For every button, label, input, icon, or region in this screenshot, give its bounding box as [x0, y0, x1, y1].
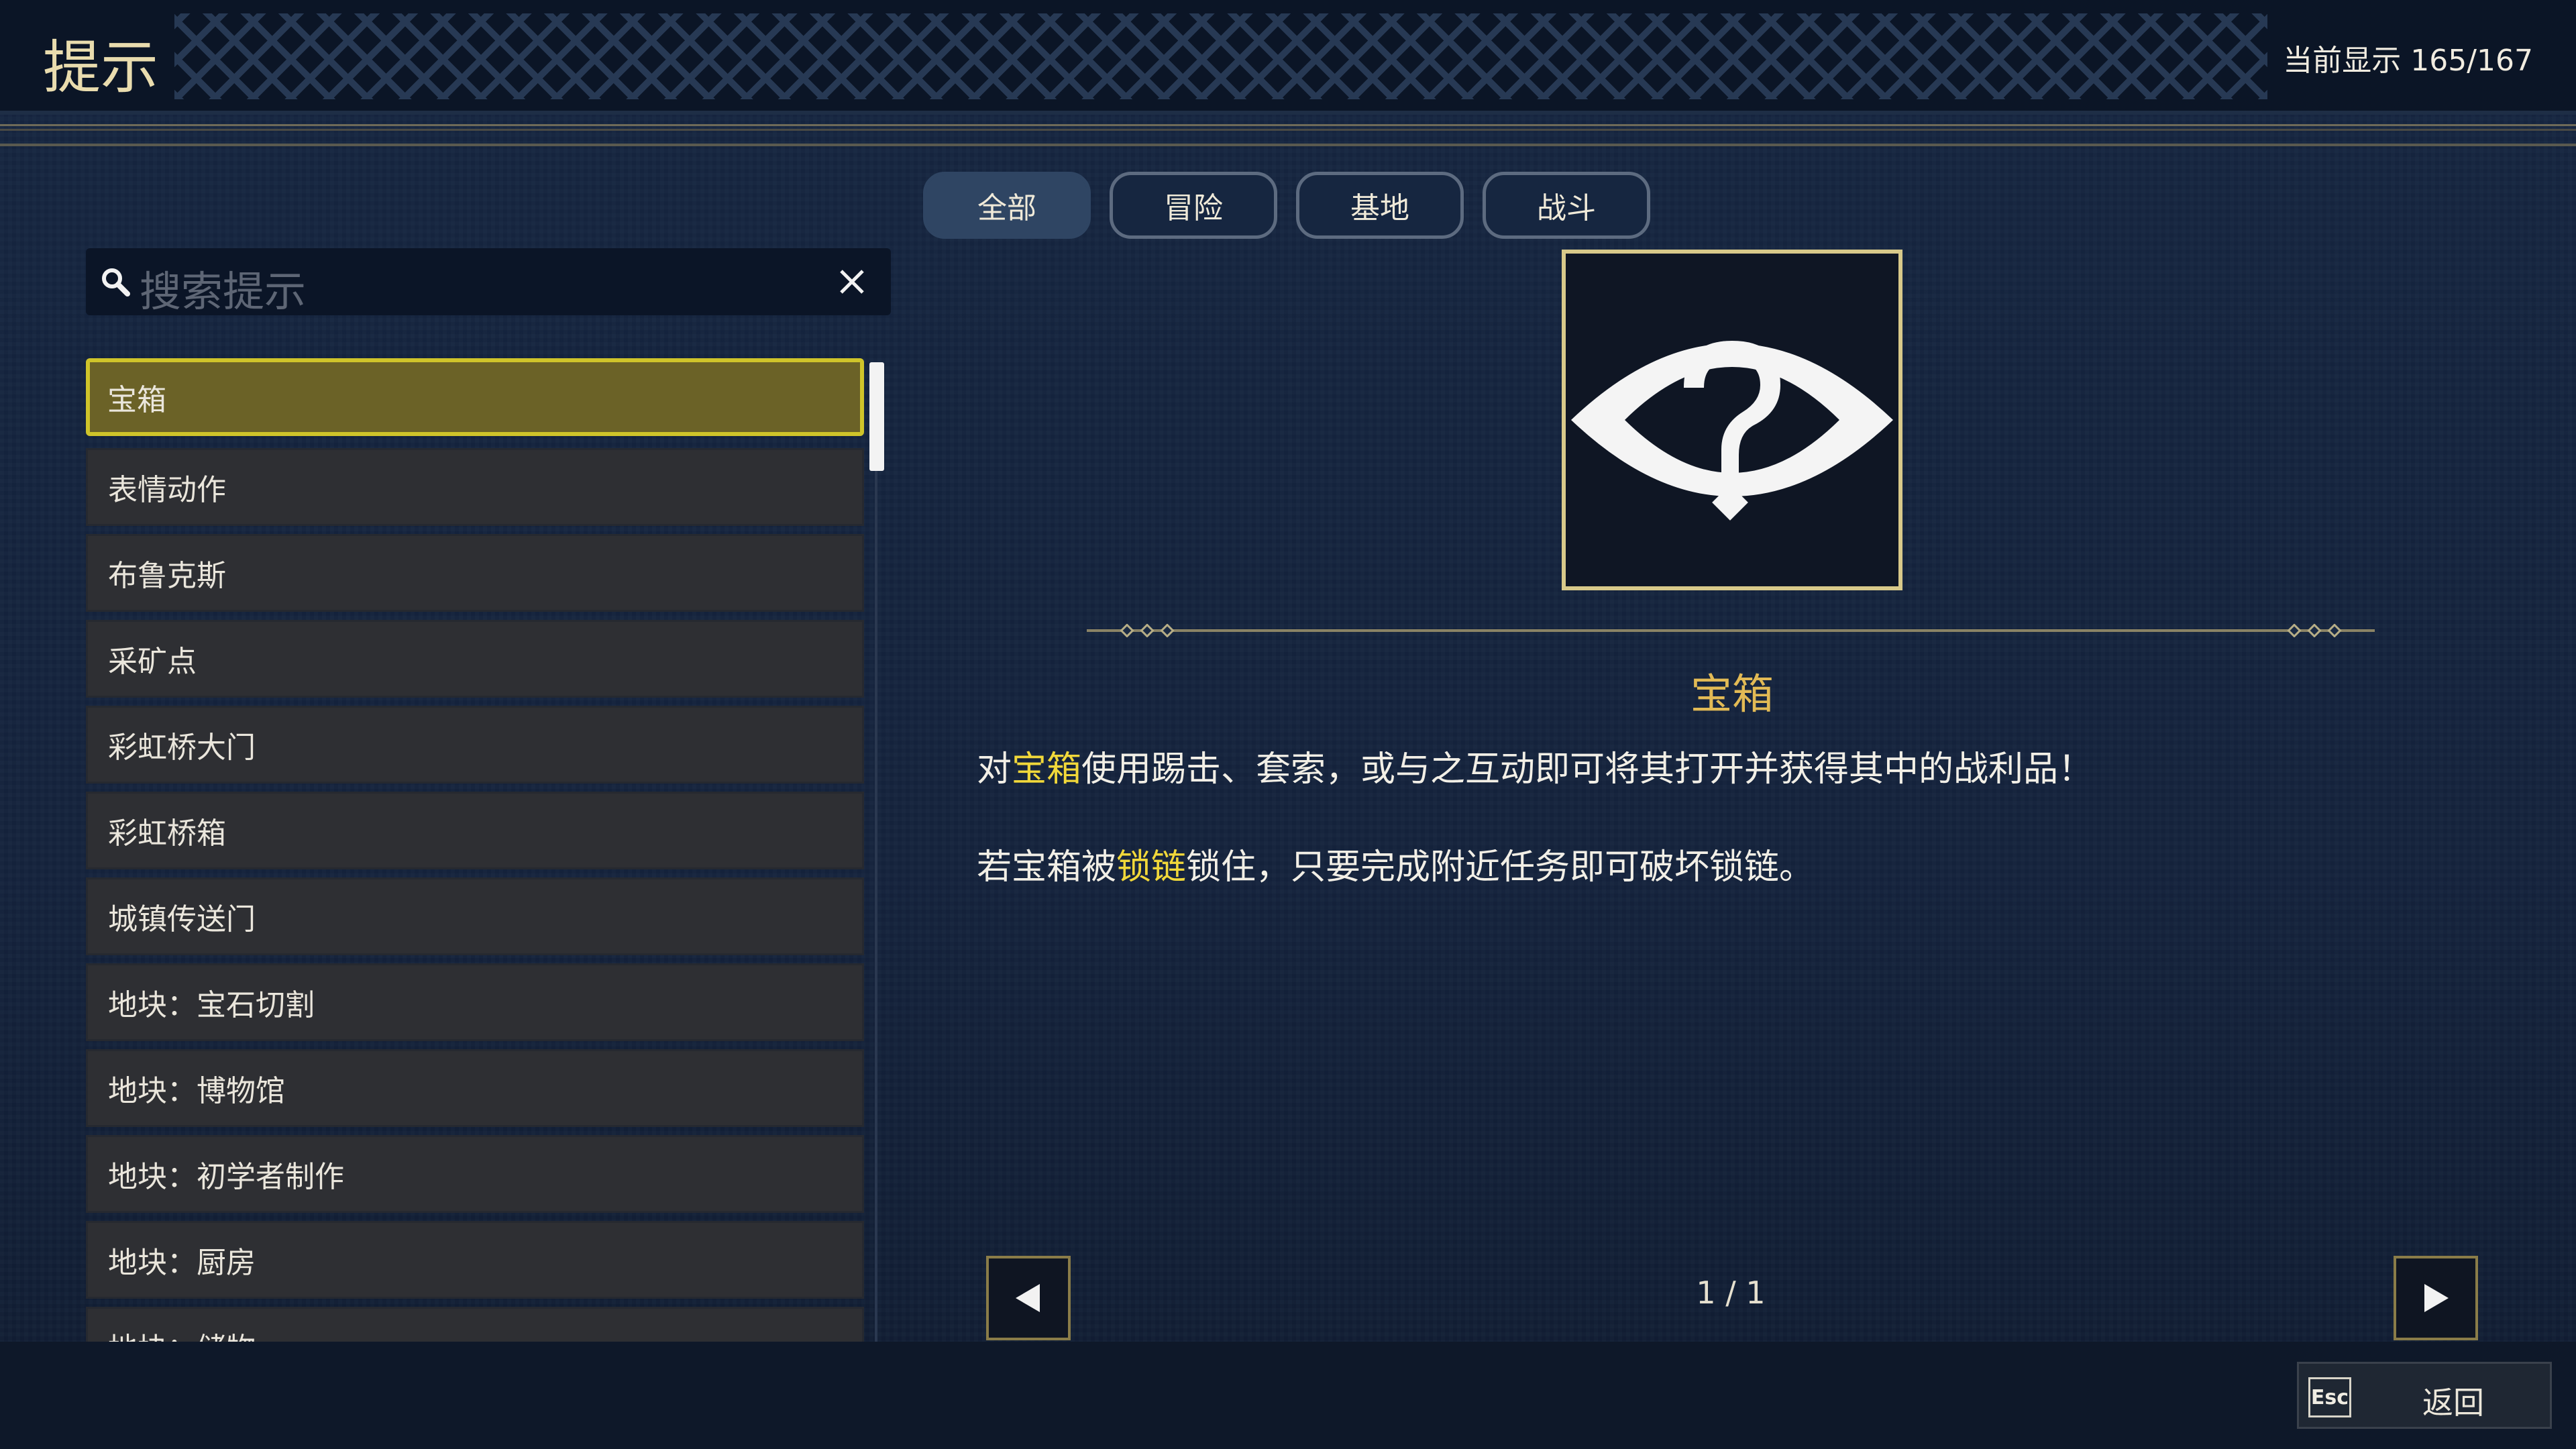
prev-page-button[interactable] — [986, 1256, 1071, 1340]
list-item[interactable]: 采矿点 — [86, 620, 864, 698]
keyword-highlight: 宝箱 — [1012, 749, 1082, 790]
display-count: 当前显示 165/167 — [2283, 44, 2533, 78]
tab-all[interactable]: 全部 — [923, 172, 1091, 239]
search-input[interactable]: 搜索提示 — [86, 248, 891, 316]
detail-paragraph: 若宝箱被锁链锁住，只要完成附近任务即可破坏锁链。 — [977, 839, 1814, 889]
back-button[interactable]: Esc 返回 — [2297, 1362, 2552, 1429]
back-label: 返回 — [2422, 1385, 2484, 1421]
tab-label: 冒险 — [1164, 191, 1223, 225]
eye-question-icon — [1571, 341, 1893, 521]
list-scrollbar[interactable] — [869, 362, 884, 471]
text: 对 — [977, 749, 1012, 790]
triangle-left-icon — [1016, 1284, 1040, 1312]
next-page-button[interactable] — [2394, 1256, 2478, 1340]
list-scroll-track[interactable] — [875, 362, 877, 1342]
page-title: 提示 — [43, 34, 158, 101]
search-icon — [102, 268, 130, 297]
list-item[interactable]: 彩虹桥大门 — [86, 706, 864, 784]
list-item[interactable]: 地块：初学者制作 — [86, 1135, 864, 1213]
header-divider-thin — [0, 144, 2576, 146]
list-item[interactable]: 地块：厨房 — [86, 1221, 864, 1299]
search-placeholder: 搜索提示 — [140, 267, 307, 316]
text: 锁住，只要完成附近任务即可破坏锁链。 — [1186, 847, 1815, 888]
tab-label: 全部 — [977, 191, 1036, 225]
tab-combat[interactable]: 战斗 — [1483, 172, 1650, 239]
list-item[interactable]: 地块：宝石切割 — [86, 963, 864, 1041]
text: 使用踢击、套索，或与之互动即可将其打开并获得其中的战利品！ — [1081, 749, 2094, 790]
page-indicator: 1 / 1 — [1696, 1275, 1766, 1311]
close-icon[interactable] — [835, 264, 869, 299]
list-item[interactable]: 彩虹桥箱 — [86, 792, 864, 869]
tab-base[interactable]: 基地 — [1296, 172, 1464, 239]
tab-label: 基地 — [1350, 191, 1409, 225]
keyword-highlight: 锁链 — [1116, 847, 1187, 888]
list-item[interactable]: 城镇传送门 — [86, 877, 864, 955]
list-item[interactable]: 布鲁克斯 — [86, 534, 864, 612]
list-item[interactable]: 地块：储物 — [86, 1307, 864, 1342]
detail-paragraph: 对宝箱使用踢击、套索，或与之互动即可将其打开并获得其中的战利品！ — [977, 741, 2093, 791]
footer-bar — [0, 1342, 2576, 1449]
hint-image — [1562, 250, 1902, 590]
list-item[interactable]: 表情动作 — [86, 448, 864, 526]
header-pattern — [174, 13, 2267, 99]
header-divider — [0, 124, 2576, 131]
text: 若宝箱被 — [977, 847, 1117, 888]
hint-list: 宝箱 表情动作 布鲁克斯 采矿点 彩虹桥大门 彩虹桥箱 城镇传送门 地块：宝石切… — [86, 358, 864, 1342]
tab-label: 战斗 — [1537, 191, 1596, 225]
triangle-right-icon — [2424, 1284, 2449, 1312]
list-item[interactable]: 宝箱 — [86, 358, 864, 436]
ornament-divider — [1087, 624, 2375, 637]
detail-title: 宝箱 — [1690, 669, 1774, 718]
esc-key-icon: Esc — [2308, 1377, 2351, 1417]
tab-adventure[interactable]: 冒险 — [1110, 172, 1277, 239]
list-item[interactable]: 地块：博物馆 — [86, 1049, 864, 1127]
